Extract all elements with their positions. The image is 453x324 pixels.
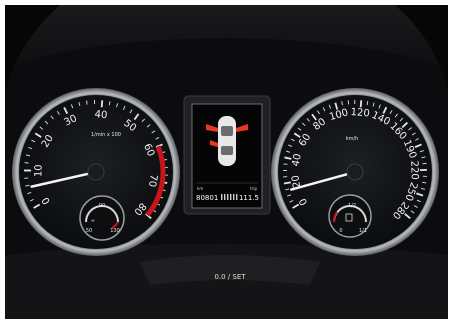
speedometer-unit-label: km/h <box>346 136 359 142</box>
fuel-empty-label: 0 <box>339 228 342 234</box>
tachometer-unit-label: 1/min x 100 <box>91 132 121 138</box>
coolant-temp-90-label: 90 <box>99 203 105 209</box>
speedometer-major-tick <box>359 100 363 108</box>
tachometer-minor-tick <box>24 162 29 164</box>
tachometer-needle-hub <box>87 163 105 181</box>
speedometer-minor-tick <box>422 181 427 184</box>
trip-unit: trip <box>250 186 257 191</box>
tachometer-tick-label: 70 <box>146 174 159 188</box>
speedometer-major-tick <box>283 181 291 185</box>
coolant-temp-130-label: 130 <box>110 228 120 234</box>
fuel-full-label: 1/1 <box>359 228 367 234</box>
tachometer-tick-label: 40 <box>94 109 108 121</box>
tachometer-minor-tick <box>86 100 88 105</box>
tachometer-tick-label: 10 <box>33 164 44 177</box>
speedometer-needle-hub <box>346 163 364 181</box>
tachometer: 0102030 4050607080 1/min x 100 90 50 130 … <box>12 88 180 256</box>
speedometer-tick-label: 220 <box>408 161 420 180</box>
odometer-unit: km <box>197 186 203 191</box>
instrument-cluster-photo: 0 10 20 30 40 50 60 70 80 1/min x 100 90 50 130 … <box>0 0 453 324</box>
fuel-half-label: 1/2 <box>348 203 356 209</box>
lower-dash-panel <box>5 243 448 319</box>
trip-value: 111.5 <box>239 194 259 202</box>
coolant-temp-50-label: 50 <box>86 228 92 234</box>
speedometer-tick-label: 120 <box>350 107 370 120</box>
reset-button-label[interactable]: 0.0 / SET <box>214 273 246 281</box>
coolant-temp-icon: ≈ <box>91 218 95 224</box>
tachometer-major-tick <box>100 100 104 108</box>
speedometer: 020406080100 120 140160190220250280 km/h 0… <box>271 88 439 256</box>
center-display: km trip 80801 111.5 <box>183 95 271 215</box>
odometer-value: 80801 <box>196 194 218 202</box>
